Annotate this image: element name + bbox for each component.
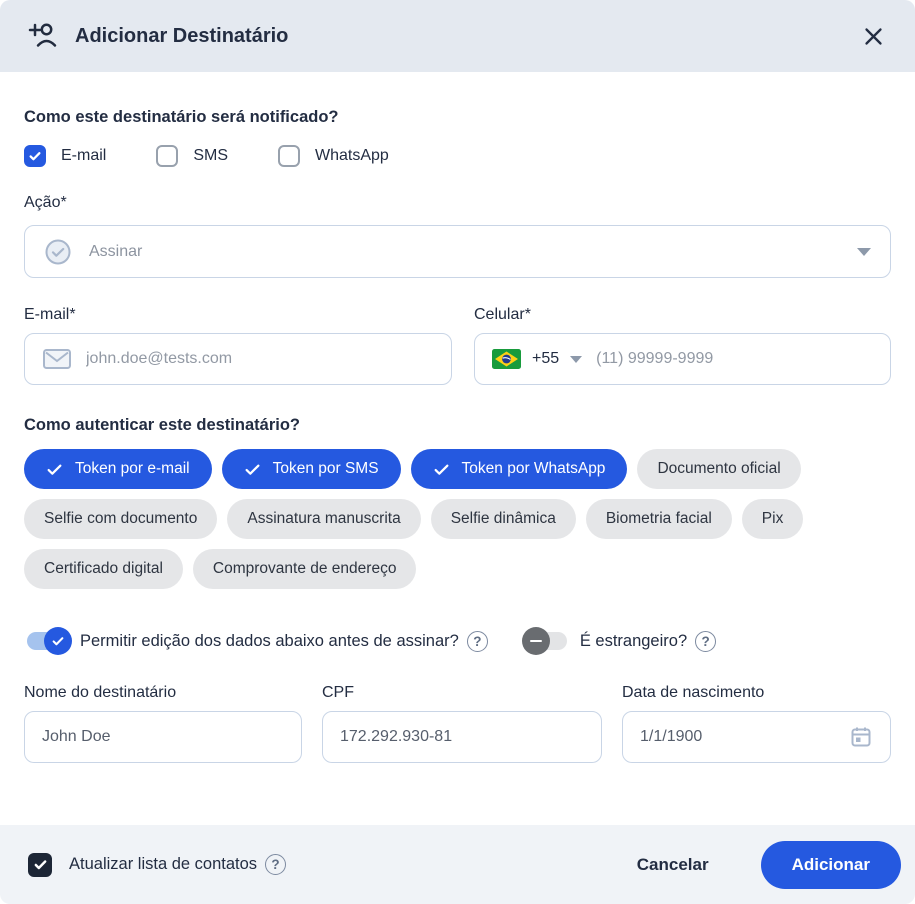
add-button[interactable]: Adicionar — [761, 841, 901, 889]
auth-chip-label: Selfie dinâmica — [451, 510, 556, 528]
foreigner-label: É estrangeiro? — [580, 632, 687, 651]
action-label: Ação* — [24, 194, 891, 212]
auth-chip-label: Token por WhatsApp — [462, 460, 606, 478]
cpf-input-box — [322, 711, 602, 763]
envelope-icon — [42, 347, 72, 371]
auth-chip[interactable]: Biometria facial — [586, 499, 732, 539]
help-icon[interactable]: ? — [695, 631, 716, 652]
modal-header-left: Adicionar Destinatário — [26, 20, 858, 52]
cpf-field-group: CPF — [322, 684, 602, 763]
auth-chip[interactable]: Certificado digital — [24, 549, 183, 589]
update-contacts-checkbox[interactable] — [28, 853, 52, 877]
email-input[interactable] — [86, 350, 434, 368]
auth-chip[interactable]: Token por WhatsApp — [411, 449, 628, 489]
toggle-knob — [44, 627, 72, 655]
phone-input-box: +55 — [474, 333, 891, 385]
notify-option[interactable]: WhatsApp — [278, 145, 389, 167]
cpf-label: CPF — [322, 684, 602, 702]
auth-chip[interactable]: Selfie dinâmica — [431, 499, 576, 539]
auth-chip[interactable]: Comprovante de endereço — [193, 549, 417, 589]
auth-chip[interactable]: Token por e-mail — [24, 449, 212, 489]
brazil-flag-icon — [492, 349, 521, 369]
close-icon[interactable] — [858, 21, 889, 52]
notify-option-label: WhatsApp — [315, 147, 389, 165]
email-input-box — [24, 333, 452, 385]
add-recipient-modal: Adicionar Destinatário Como este destina… — [0, 0, 915, 904]
notify-options: E-mail SMS WhatsApp — [24, 145, 891, 167]
email-field-group: E-mail* — [24, 306, 452, 385]
auth-chip[interactable]: Pix — [742, 499, 804, 539]
auth-question: Como autenticar este destinatário? — [24, 416, 891, 435]
auth-chip[interactable]: Assinatura manuscrita — [227, 499, 420, 539]
foreigner-group: É estrangeiro? ? — [524, 627, 716, 655]
checkbox-icon — [24, 145, 46, 167]
name-field-group: Nome do destinatário — [24, 684, 302, 763]
auth-chip-label: Token por e-mail — [75, 460, 190, 478]
person-fields-row: Nome do destinatário CPF Data de nascime… — [24, 684, 891, 763]
modal-footer: Atualizar lista de contatos ? Cancelar A… — [0, 825, 915, 904]
help-icon[interactable]: ? — [467, 631, 488, 652]
phone-input[interactable] — [596, 350, 873, 368]
cpf-input[interactable] — [340, 728, 584, 746]
name-input-box — [24, 711, 302, 763]
help-icon[interactable]: ? — [265, 854, 286, 875]
name-input[interactable] — [42, 728, 284, 746]
notify-option-label: SMS — [193, 147, 228, 165]
circle-check-icon — [44, 238, 72, 266]
notify-option[interactable]: SMS — [156, 145, 228, 167]
calendar-icon[interactable] — [849, 725, 873, 749]
checkbox-icon — [156, 145, 178, 167]
modal-header: Adicionar Destinatário — [0, 0, 915, 72]
auth-chip-label: Assinatura manuscrita — [247, 510, 400, 528]
birthdate-input-box — [622, 711, 891, 763]
chevron-down-icon — [857, 248, 871, 256]
update-contacts-label: Atualizar lista de contatos — [69, 855, 257, 874]
birthdate-input[interactable] — [640, 728, 835, 746]
auth-chip-label: Pix — [762, 510, 784, 528]
country-code-select[interactable]: +55 — [492, 349, 582, 369]
auth-chip-label: Certificado digital — [44, 560, 163, 578]
auth-chip[interactable]: Selfie com documento — [24, 499, 217, 539]
email-label: E-mail* — [24, 306, 452, 324]
notify-question: Como este destinatário será notificado? — [24, 108, 891, 127]
auth-chip-label: Selfie com documento — [44, 510, 197, 528]
minus-icon — [530, 640, 542, 643]
country-code-value: +55 — [532, 350, 559, 368]
chevron-down-icon — [570, 356, 582, 363]
person-add-icon — [26, 20, 58, 52]
birthdate-field-group: Data de nascimento — [622, 684, 891, 763]
allow-edit-toggle[interactable] — [24, 627, 70, 655]
action-select-value: Assinar — [89, 243, 840, 261]
toggles-row: Permitir edição dos dados abaixo antes d… — [24, 627, 891, 655]
toggle-knob — [522, 627, 550, 655]
checkbox-icon — [278, 145, 300, 167]
birthdate-label: Data de nascimento — [622, 684, 891, 702]
name-label: Nome do destinatário — [24, 684, 302, 702]
notify-option[interactable]: E-mail — [24, 145, 106, 167]
phone-field-group: Celular* +55 — [474, 306, 891, 385]
auth-chip-label: Documento oficial — [657, 460, 780, 478]
cancel-button[interactable]: Cancelar — [631, 854, 715, 876]
notify-option-label: E-mail — [61, 147, 106, 165]
auth-chip[interactable]: Documento oficial — [637, 449, 800, 489]
auth-chip-label: Token por SMS — [273, 460, 379, 478]
auth-chips: Token por e-mail Token por SMS Token por… — [24, 449, 891, 589]
allow-edit-label: Permitir edição dos dados abaixo antes d… — [80, 632, 459, 651]
phone-label: Celular* — [474, 306, 891, 324]
auth-chip-label: Biometria facial — [606, 510, 712, 528]
auth-chip[interactable]: Token por SMS — [222, 449, 401, 489]
foreigner-toggle[interactable] — [524, 627, 570, 655]
action-select[interactable]: Assinar — [24, 225, 891, 278]
auth-chip-label: Comprovante de endereço — [213, 560, 397, 578]
contact-fields-row: E-mail* Celular* — [24, 306, 891, 385]
modal-title: Adicionar Destinatário — [75, 25, 288, 48]
modal-body: Como este destinatário será notificado? … — [0, 72, 915, 825]
